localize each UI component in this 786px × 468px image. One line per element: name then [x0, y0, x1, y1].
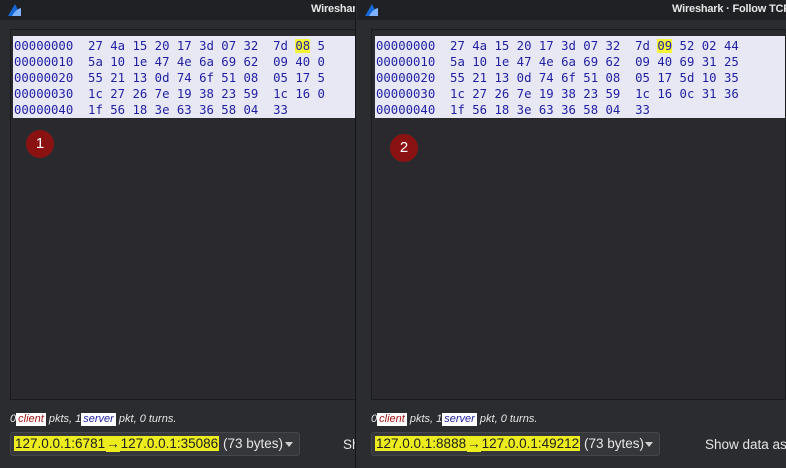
show-data-as-label: Sh — [343, 437, 355, 452]
stats-tail: pkt, 0 turns. — [118, 413, 177, 425]
byte-count: (73 bytes) — [222, 436, 283, 451]
stream-content-pane[interactable]: 00000000 27 4a 15 20 17 3d 07 32 7d 09 5… — [371, 29, 786, 400]
hex-bytes: 27 4a 15 20 17 3d 07 32 7d — [88, 39, 288, 53]
hex-offset: 00000010 — [376, 55, 436, 69]
destination-address: 127.0.0.1:35086 — [119, 436, 220, 451]
stream-content-pane[interactable]: 00000000 27 4a 15 20 17 3d 07 32 7d 08 5… — [10, 29, 355, 400]
arrow-right-icon: → — [106, 436, 120, 452]
hex-dump: 00000000 27 4a 15 20 17 3d 07 32 7d 09 5… — [375, 36, 785, 118]
hex-bytes: 27 4a 15 20 17 3d 07 32 7d — [450, 39, 650, 53]
hex-row: 00000020 55 21 13 0d 74 6f 51 08 05 17 5… — [376, 70, 739, 86]
show-data-as-label: Show data as — [705, 437, 786, 452]
hex-dump: 00000000 27 4a 15 20 17 3d 07 32 7d 08 5… — [13, 36, 355, 118]
step-number-badge: 2 — [390, 134, 418, 162]
hex-bytes: 5a 10 1e 47 4e 6a 69 62 09 40 0 — [88, 55, 325, 69]
stream-stats-text: 0 client pkts, 1 server pkt, 0 turns. — [371, 413, 537, 426]
hex-offset: 00000030 — [376, 87, 436, 101]
follow-stream-window-2: Wireshark · Follow TCP 00000000 27 4a 15… — [357, 0, 786, 468]
hex-row: 00000010 5a 10 1e 47 4e 6a 69 62 09 40 0 — [14, 54, 325, 70]
arrow-right-icon: → — [467, 436, 481, 452]
hex-bytes: 1f 56 18 3e 63 36 58 04 33 — [450, 103, 650, 117]
chevron-down-icon — [285, 442, 293, 447]
title-bar: Wireshark — [0, 0, 355, 20]
chevron-down-icon — [645, 442, 653, 447]
client-tag: client — [16, 413, 46, 426]
stats-middle: pkts, 1 — [48, 413, 82, 425]
highlighted-byte: 09 — [657, 39, 673, 53]
hex-offset: 00000010 — [14, 55, 74, 69]
client-tag: client — [377, 413, 407, 426]
hex-row: 00000000 27 4a 15 20 17 3d 07 32 7d 08 5 — [14, 38, 325, 54]
server-tag: server — [442, 413, 477, 426]
stats-tail: pkt, 0 turns. — [479, 413, 538, 425]
server-tag: server — [81, 413, 116, 426]
hex-row: 00000030 1c 27 26 7e 19 38 23 59 1c 16 0 — [14, 86, 325, 102]
hex-bytes-rest: 5 — [310, 39, 325, 53]
hex-bytes: 1c 27 26 7e 19 38 23 59 1c 16 0c 31 36 — [450, 87, 739, 101]
window-title: Wireshark — [311, 3, 356, 15]
stream-stats-text: 0 client pkts, 1 server pkt, 0 turns. — [10, 413, 176, 426]
hex-offset: 00000020 — [376, 71, 436, 85]
hex-offset: 00000000 — [14, 39, 74, 53]
hex-offset: 00000040 — [14, 103, 74, 117]
hex-row: 00000020 55 21 13 0d 74 6f 51 08 05 17 5 — [14, 70, 325, 86]
step-number-badge: 1 — [26, 130, 54, 158]
hex-bytes: 55 21 13 0d 74 6f 51 08 05 17 5d 10 35 — [450, 71, 739, 85]
hex-bytes: 55 21 13 0d 74 6f 51 08 05 17 5 — [88, 71, 325, 85]
hex-row: 00000030 1c 27 26 7e 19 38 23 59 1c 16 0… — [376, 86, 739, 102]
hex-row: 00000010 5a 10 1e 47 4e 6a 69 62 09 40 6… — [376, 54, 739, 70]
hex-bytes: 1c 27 26 7e 19 38 23 59 1c 16 0 — [88, 87, 325, 101]
conversation-select[interactable]: 127.0.0.1:6781→127.0.0.1:35086 (73 bytes… — [10, 432, 300, 456]
hex-bytes-rest: 52 02 44 — [672, 39, 739, 53]
hex-row: 00000000 27 4a 15 20 17 3d 07 32 7d 09 5… — [376, 38, 739, 54]
byte-count: (73 bytes) — [583, 436, 644, 451]
window-title: Wireshark · Follow TCP — [672, 3, 786, 15]
hex-row: 00000040 1f 56 18 3e 63 36 58 04 33 — [14, 102, 288, 118]
hex-bytes: 5a 10 1e 47 4e 6a 69 62 09 40 69 31 25 — [450, 55, 739, 69]
wireshark-fin-icon — [365, 4, 378, 16]
highlighted-byte: 08 — [295, 39, 311, 53]
hex-offset: 00000030 — [14, 87, 74, 101]
follow-stream-window-1: Wireshark 00000000 27 4a 15 20 17 3d 07 … — [0, 0, 356, 468]
hex-offset: 00000000 — [376, 39, 436, 53]
source-address: 127.0.0.1:8888 — [375, 436, 468, 451]
wireshark-fin-icon — [8, 4, 21, 16]
hex-row: 00000040 1f 56 18 3e 63 36 58 04 33 — [376, 102, 650, 118]
title-bar: Wireshark · Follow TCP — [357, 0, 786, 20]
hex-offset: 00000020 — [14, 71, 74, 85]
hex-offset: 00000040 — [376, 103, 436, 117]
destination-address: 127.0.0.1:49212 — [480, 436, 581, 451]
stats-middle: pkts, 1 — [409, 413, 443, 425]
source-address: 127.0.0.1:6781 — [14, 436, 107, 451]
conversation-select[interactable]: 127.0.0.1:8888→127.0.0.1:49212 (73 bytes… — [371, 432, 660, 456]
hex-bytes: 1f 56 18 3e 63 36 58 04 33 — [88, 103, 288, 117]
